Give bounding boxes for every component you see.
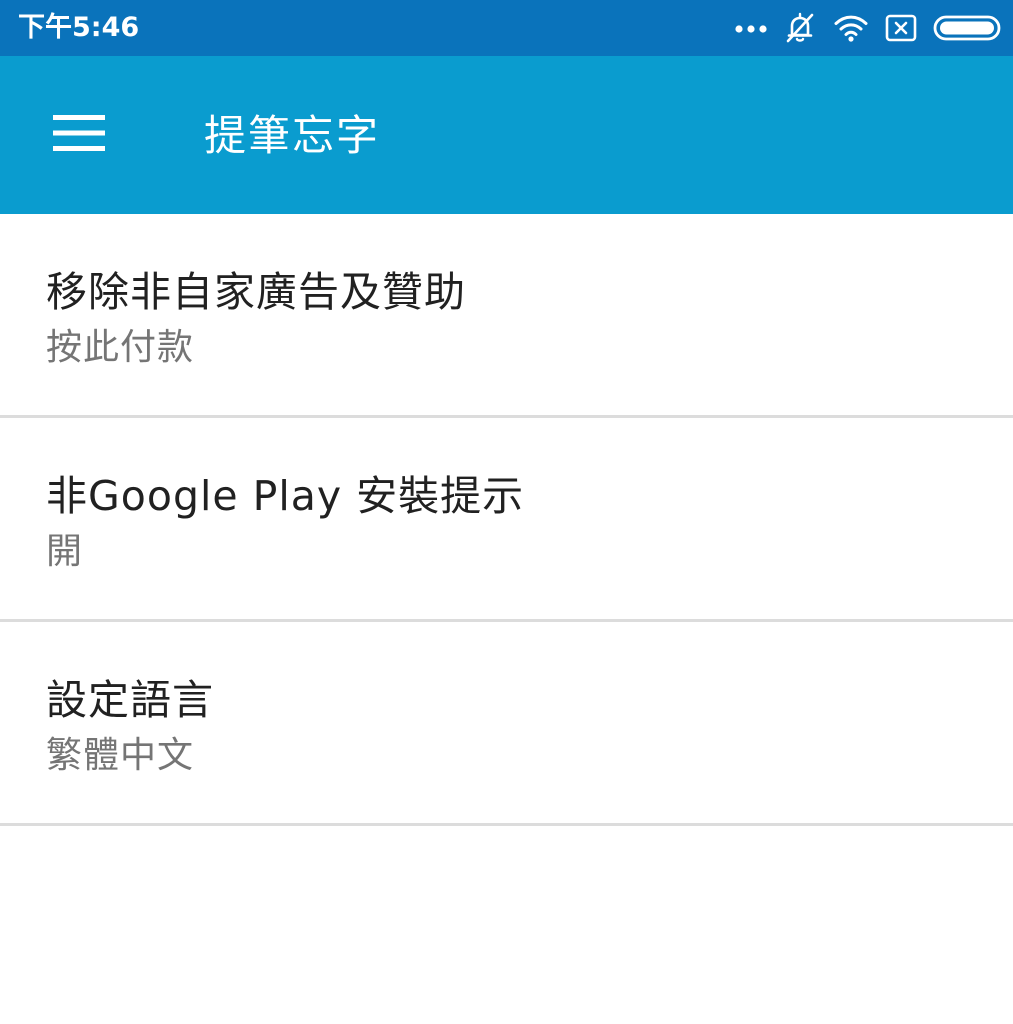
screen: 下午5:46 提筆忘字 移除非自家廣告及贊助 按此付款 非Google Play…	[0, 0, 1013, 1024]
setting-summary: 繁體中文	[46, 735, 195, 776]
app-bar: 提筆忘字	[0, 56, 1013, 214]
hamburger-menu-icon	[51, 113, 107, 157]
setting-install-prompt[interactable]: 非Google Play 安裝提示 開	[0, 418, 1013, 622]
more-dots-icon	[735, 22, 767, 34]
setting-title: 設定語言	[46, 676, 214, 724]
setting-remove-ads[interactable]: 移除非自家廣告及贊助 按此付款	[0, 214, 1013, 418]
alarm-off-icon	[783, 11, 817, 45]
setting-summary: 按此付款	[46, 327, 195, 368]
wifi-icon	[833, 13, 869, 43]
setting-title: 非Google Play 安裝提示	[46, 472, 525, 520]
sim-x-icon	[885, 13, 917, 43]
app-title: 提筆忘字	[204, 111, 381, 160]
status-icons	[719, 10, 1001, 46]
setting-title: 移除非自家廣告及贊助	[46, 268, 466, 316]
status-bar: 下午5:46	[0, 0, 1013, 56]
settings-list: 移除非自家廣告及贊助 按此付款 非Google Play 安裝提示 開 設定語言…	[0, 214, 1013, 826]
status-time: 下午5:46	[18, 12, 140, 43]
menu-button[interactable]	[40, 102, 118, 168]
setting-summary: 開	[46, 531, 84, 572]
setting-language[interactable]: 設定語言 繁體中文	[0, 622, 1013, 826]
battery-icon	[933, 14, 1001, 42]
